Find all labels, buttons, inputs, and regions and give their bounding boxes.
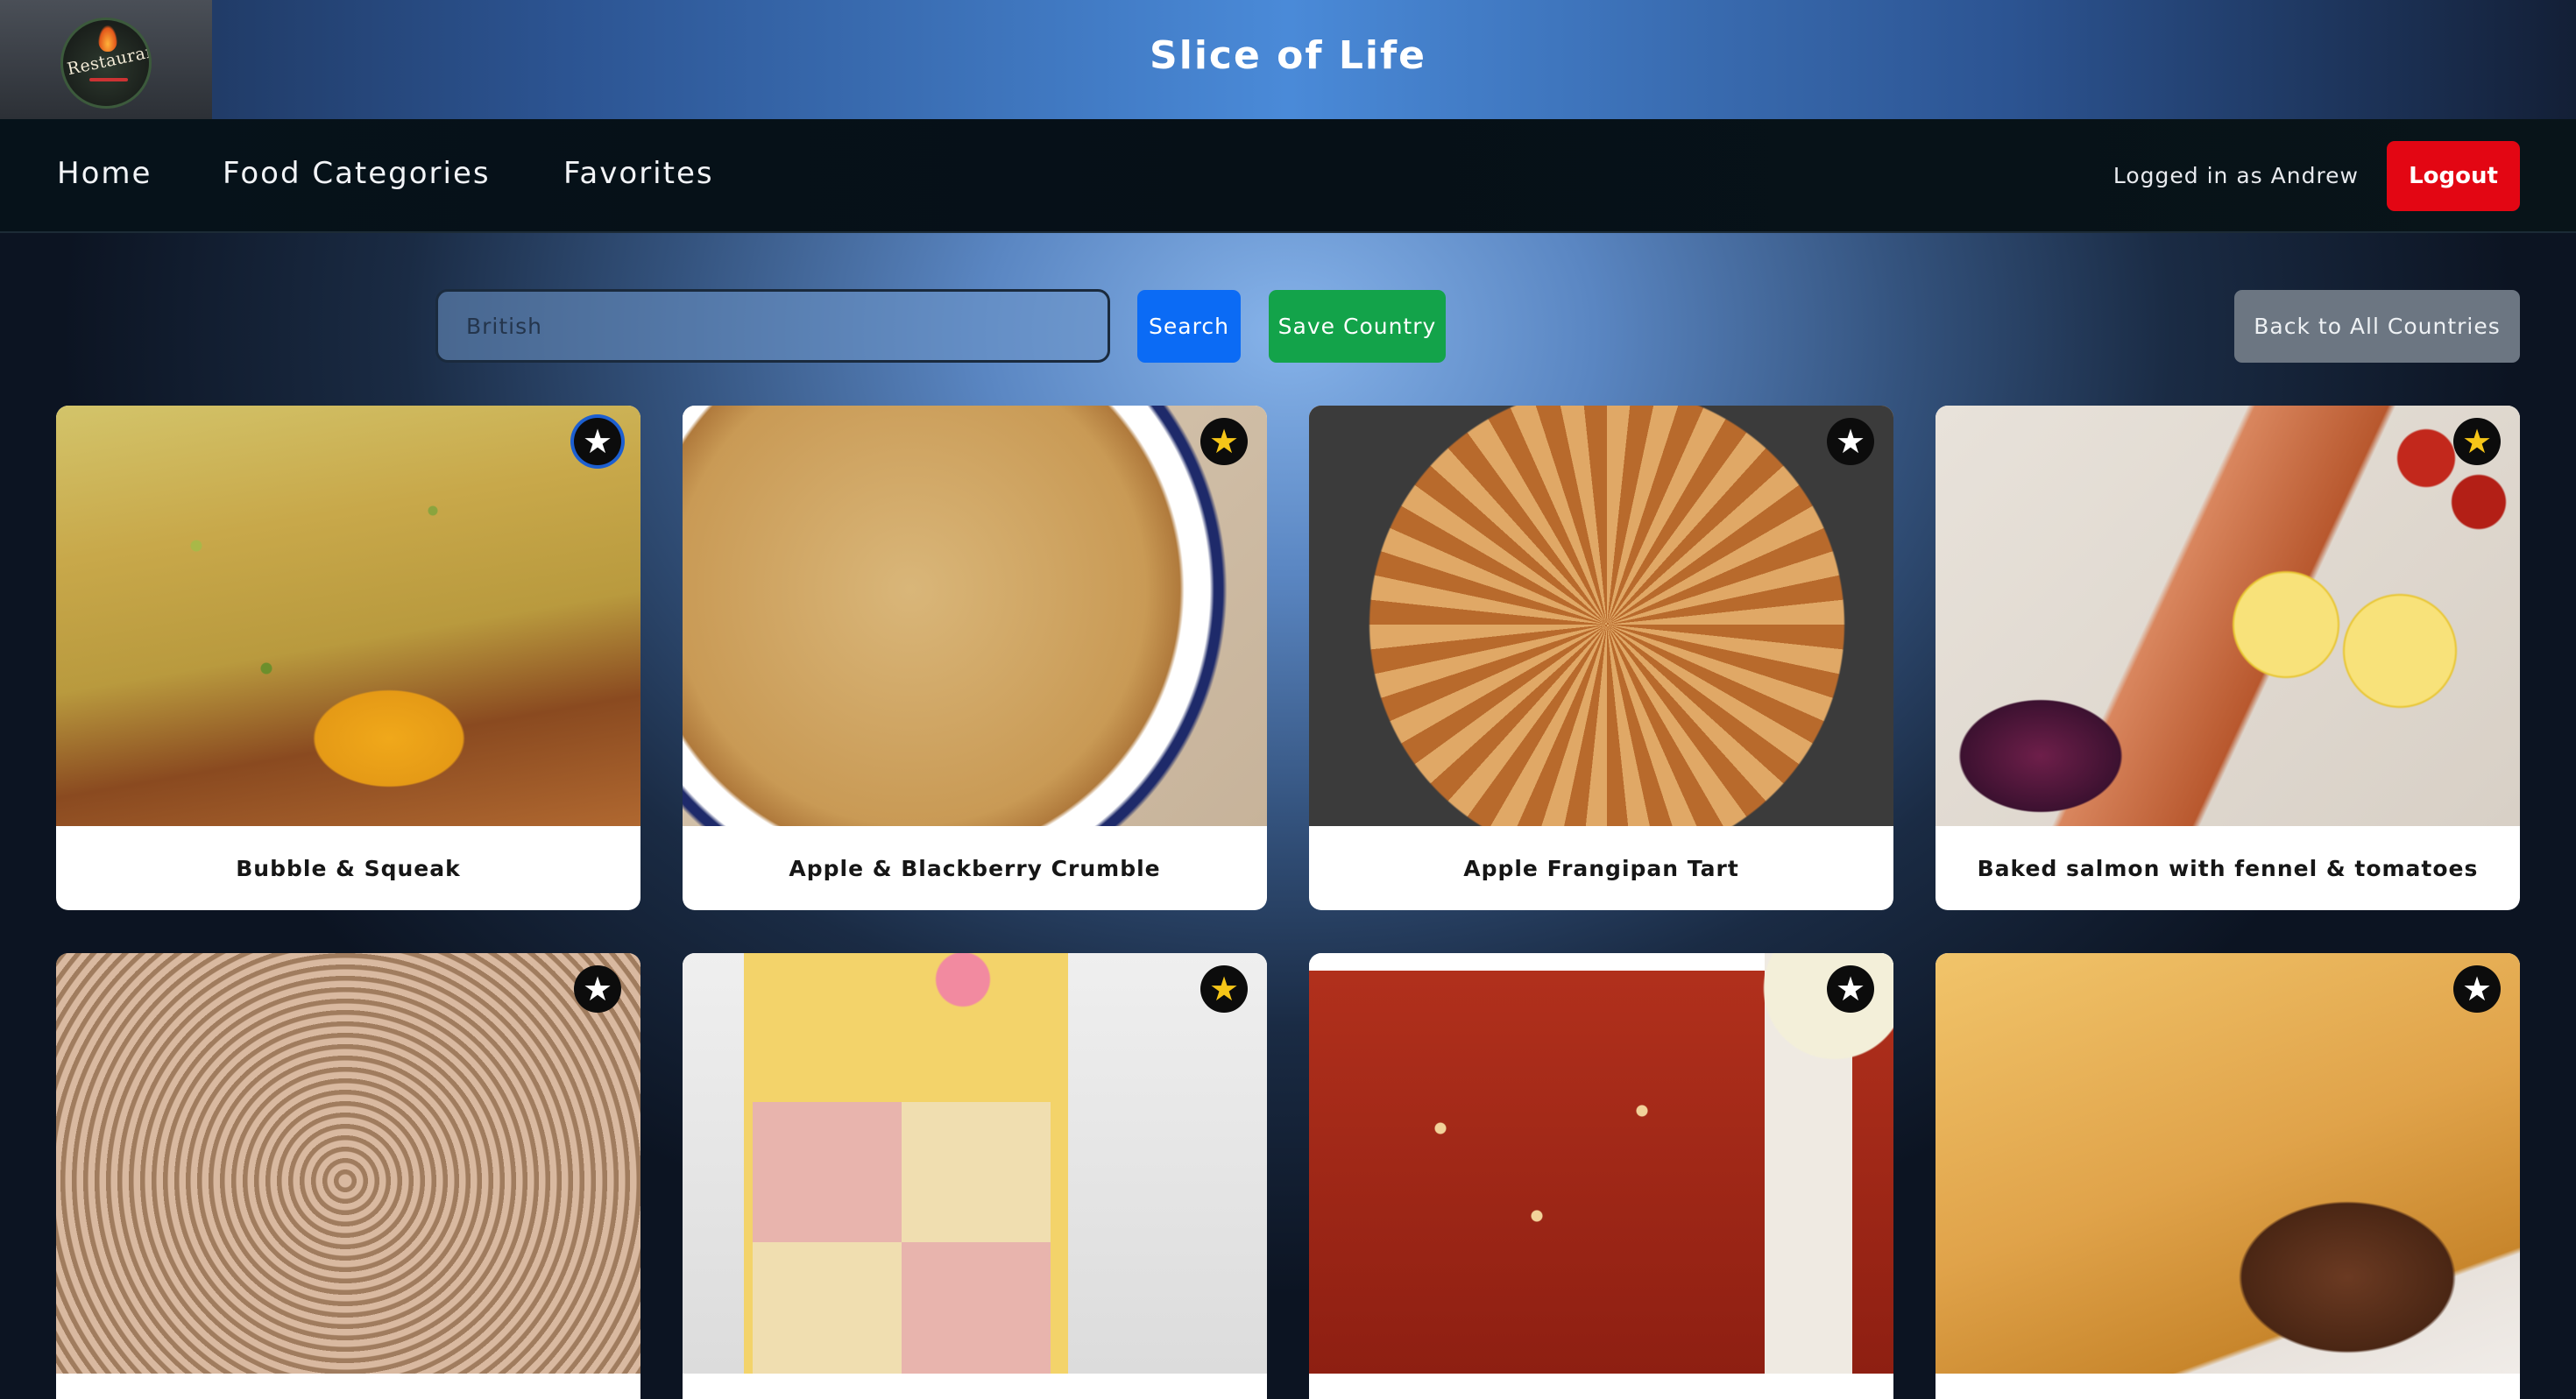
meal-title [1309,1374,1893,1399]
navbar: Home Food Categories Favorites Logged in… [0,119,2576,233]
logged-in-status: Logged in as Andrew [2112,163,2359,188]
meal-card[interactable]: ★ Baked salmon with fennel & tomatoes [1936,406,2520,910]
meal-card[interactable]: ★ Apple Frangipan Tart [1309,406,1893,910]
meal-title: Apple & Blackberry Crumble [789,855,1161,881]
meal-image [683,406,1267,826]
logout-button[interactable]: Logout [2387,141,2520,211]
meal-image [1309,953,1893,1374]
nav-favorites-link[interactable]: Favorites [563,156,714,191]
meal-image [1309,406,1893,826]
meal-card[interactable]: ★ [1936,953,2520,1399]
meal-card[interactable]: ★ [56,953,640,1399]
favorite-star-icon[interactable]: ★ [1200,965,1248,1013]
cake-slice-lower [753,1242,1051,1374]
meal-card[interactable]: ★ Bubble & Squeak [56,406,640,910]
favorite-star-icon[interactable]: ★ [2453,965,2501,1013]
nav-food-categories-link[interactable]: Food Categories [223,156,491,191]
meal-card[interactable]: ★ Apple & Blackberry Crumble [683,406,1267,910]
meal-image [56,953,640,1374]
tart-rim [1309,406,1893,826]
top-banner: Restaurant Slice of Life [0,0,2576,119]
meal-image [683,953,1267,1374]
favorite-star-icon[interactable]: ★ [2453,418,2501,465]
search-button[interactable]: Search [1137,290,1241,363]
favorite-star-icon[interactable]: ★ [1827,418,1874,465]
meal-title: Apple Frangipan Tart [1463,855,1739,881]
favorite-star-icon[interactable]: ★ [1827,965,1874,1013]
favorite-star-icon[interactable]: ★ [574,965,621,1013]
back-to-all-countries-button[interactable]: Back to All Countries [2234,290,2520,363]
site-title: Slice of Life [1150,33,1426,78]
meal-card[interactable]: ★ [1309,953,1893,1399]
favorite-star-icon[interactable]: ★ [574,418,621,465]
meal-image [56,406,640,826]
meal-image [1936,953,2520,1374]
save-country-button[interactable]: Save Country [1269,290,1446,363]
meal-title [683,1374,1267,1399]
meal-title: Bubble & Squeak [236,855,461,881]
meal-title [56,1374,640,1399]
country-search-input[interactable] [435,289,1110,363]
meal-title: Baked salmon with fennel & tomatoes [1977,855,2479,881]
logo-ribbon [89,78,128,81]
meal-image [1936,406,2520,826]
nav-home-link[interactable]: Home [57,156,152,191]
meal-card[interactable]: ★ [683,953,1267,1399]
meal-title [1936,1374,2520,1399]
favorite-star-icon[interactable]: ★ [1200,418,1248,465]
